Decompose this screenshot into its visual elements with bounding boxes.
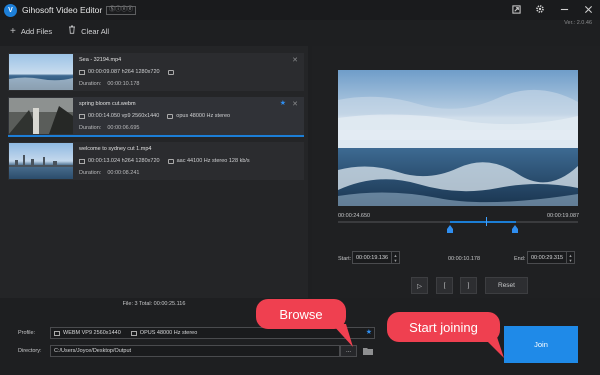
video-stream-icon (79, 69, 85, 75)
profile-video: WEBM VP9 2560x1440 (63, 330, 121, 336)
audio-stream-icon (167, 113, 174, 119)
app-title: Gihosoft Video Editor (22, 5, 103, 15)
start-time-input[interactable]: 00:00:19.136 ▲ ▼ (352, 251, 400, 264)
clip-audio-info: aac 44100 Hz stereo 128 kb/s (176, 158, 250, 164)
clip-name: welcome to sydney cut 1.mp4 (79, 146, 152, 152)
add-files-label: Add Files (20, 26, 53, 36)
directory-value: C:/Users/Joyce/Desktop/Output (54, 348, 132, 354)
play-button[interactable]: ▷ (411, 277, 428, 294)
timeline-end-time: 00:00:19.087 (547, 213, 580, 219)
clip-duration: 00:00:06.695 (107, 125, 140, 131)
star-icon[interactable]: ★ (366, 328, 372, 336)
clip-duration: 00:00:10.178 (107, 81, 140, 87)
minimize-icon[interactable] (558, 3, 570, 15)
selection-indicator (8, 135, 304, 137)
toolbar: + Add Files Clear All (0, 22, 109, 40)
start-joining-callout: Start joining (387, 312, 504, 358)
join-button[interactable]: Join (504, 326, 578, 363)
clip-video-info: 00:00:09.087 h264 1280x720 (88, 69, 160, 75)
callout-pointer (332, 324, 353, 347)
trash-icon (68, 25, 76, 37)
callout-pointer (483, 337, 504, 358)
share-icon[interactable] (510, 3, 522, 15)
end-time-input[interactable]: 00:00:29.315 ▲ ▼ (527, 251, 575, 264)
browse-callout: Browse (256, 299, 353, 347)
end-marker-icon[interactable] (512, 225, 518, 233)
star-icon[interactable]: ★ (280, 99, 286, 107)
app-logo-icon: V (4, 3, 17, 17)
plus-icon: + (10, 25, 16, 37)
clip-list-panel: Sea - 32194.mp4 00:00:09.087 h264 1280x7… (0, 46, 308, 298)
clip-video-info: 00:00:14.050 vp9 2560x1440 (88, 113, 160, 119)
duration-label: Duration: (79, 125, 102, 131)
clear-all-button[interactable]: Clear All (68, 25, 109, 37)
title-bar: V Gihosoft Video Editor Ⓢⓘⓝⓔ (0, 0, 600, 20)
browse-callout-text: Browse (279, 306, 323, 322)
end-time-stepper[interactable]: ▲ ▼ (566, 252, 574, 263)
clip-thumbnail (9, 143, 73, 179)
duration-label: Duration: (79, 81, 102, 87)
audio-stream-icon (167, 158, 174, 164)
version-label: Ver.: 2.0.46 (564, 20, 592, 26)
timeline-playhead[interactable] (486, 217, 487, 226)
timeline-start-time: 00:00:24.650 (338, 213, 371, 219)
clip-thumbnail (9, 54, 73, 90)
clip-video-info: 00:00:13.024 h264 1280x720 (88, 158, 160, 164)
list-item[interactable]: spring bloom cut.webm 00:00:14.050 vp9 2… (8, 97, 304, 137)
audio-stream-icon (130, 330, 137, 336)
list-item[interactable]: welcome to sydney cut 1.mp4 00:00:13.024… (8, 142, 304, 180)
video-stream-icon (79, 113, 85, 119)
folder-icon[interactable] (362, 345, 374, 357)
timeline-selection (450, 221, 516, 223)
timeline-track[interactable] (338, 221, 578, 223)
start-label: Start: (338, 256, 352, 262)
reset-button[interactable]: Reset (485, 277, 528, 294)
list-item[interactable]: Sea - 32194.mp4 00:00:09.087 h264 1280x7… (8, 53, 304, 91)
directory-input[interactable]: C:/Users/Joyce/Desktop/Output (50, 345, 340, 357)
gear-icon[interactable] (534, 3, 546, 15)
remove-clip-icon[interactable]: ✕ (292, 56, 298, 64)
clip-audio-info: opus 48000 Hz stereo (176, 113, 231, 119)
end-label: End: (514, 256, 526, 262)
clip-length: 00:00:10.178 (447, 256, 481, 262)
close-icon[interactable] (582, 3, 594, 15)
mark-out-button[interactable]: ] (460, 277, 477, 294)
duration-label: Duration: (79, 170, 102, 176)
clip-name: spring bloom cut.webm (79, 101, 136, 107)
video-preview[interactable] (338, 70, 578, 206)
start-marker-icon[interactable] (447, 225, 453, 233)
profile-audio: OPUS 48000 Hz stereo (139, 330, 198, 336)
directory-label: Directory: (18, 348, 42, 354)
app-badge: Ⓢⓘⓝⓔ (106, 5, 137, 15)
video-stream-icon (79, 158, 85, 164)
clip-thumbnail (9, 98, 73, 134)
audio-stream-icon (167, 69, 174, 75)
mark-in-button[interactable]: [ (436, 277, 453, 294)
remove-clip-icon[interactable]: ✕ (292, 100, 298, 108)
clear-all-label: Clear All (81, 26, 110, 36)
clip-name: Sea - 32194.mp4 (79, 57, 122, 63)
profile-label: Profile: (18, 330, 36, 336)
video-stream-icon (54, 330, 60, 336)
clip-duration: 00:00:08.241 (107, 170, 140, 176)
start-time-value: 00:00:19.136 (356, 254, 389, 261)
start-time-stepper[interactable]: ▲ ▼ (391, 252, 399, 263)
start-joining-callout-text: Start joining (409, 319, 478, 335)
end-time-value: 00:00:29.315 (531, 254, 564, 261)
add-files-button[interactable]: + Add Files (10, 26, 52, 37)
